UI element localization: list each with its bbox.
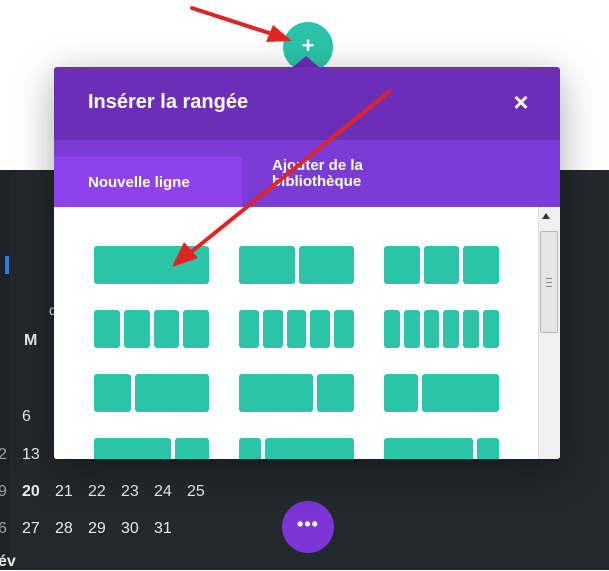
modal-title: Insérer la rangée	[88, 91, 249, 113]
layout-2-columns[interactable]	[239, 246, 354, 284]
calendar-day[interactable]: 28	[55, 520, 73, 538]
layout-1-column[interactable]	[94, 246, 209, 284]
calendar-day[interactable]: 30	[121, 520, 139, 538]
layout-four-fifths-one-fifth[interactable]	[384, 438, 499, 459]
calendar-day[interactable]: 2	[0, 446, 7, 464]
layout-3-columns[interactable]	[384, 246, 500, 284]
focus-indicator	[5, 256, 9, 274]
tab-add-from-library[interactable]: Ajouter de la bibliothèque	[272, 140, 472, 207]
layout-two-thirds-one-third[interactable]	[239, 374, 354, 412]
layout-5-columns[interactable]	[239, 310, 354, 348]
grip-icon	[546, 278, 552, 287]
modal-tabs: Nouvelle ligne Ajouter de la bibliothèqu…	[54, 140, 560, 207]
calendar-day-header: M	[24, 332, 38, 349]
layout-6-columns[interactable]	[384, 310, 499, 348]
calendar-day[interactable]: 6	[22, 408, 31, 426]
calendar-left-edge	[0, 170, 10, 570]
calendar-day[interactable]: 22	[88, 483, 106, 501]
layout-grid	[54, 207, 560, 459]
close-button[interactable]: ×	[508, 87, 534, 117]
layout-one-fifth-four-fifths[interactable]	[239, 438, 354, 459]
calendar-day[interactable]: 21	[55, 483, 73, 501]
layout-one-third-two-thirds[interactable]	[94, 374, 209, 412]
calendar-day[interactable]: 31	[154, 520, 172, 538]
calendar-day[interactable]: 13	[22, 446, 40, 464]
layout-three-quarters-one-quarter[interactable]	[94, 438, 209, 459]
insert-row-modal: Insérer la rangée × Nouvelle ligne Ajout…	[54, 67, 560, 459]
calendar-day[interactable]: 23	[121, 483, 139, 501]
calendar-day[interactable]: 24	[154, 483, 172, 501]
calendar-day[interactable]: 6	[0, 520, 7, 538]
calendar-day[interactable]: 29	[88, 520, 106, 538]
more-options-button[interactable]: •••	[282, 501, 334, 553]
calendar-day[interactable]: 25	[187, 483, 205, 501]
modal-header: Insérer la rangée ×	[54, 67, 560, 140]
tab-label: Nouvelle ligne	[88, 174, 190, 191]
tab-new-row[interactable]: Nouvelle ligne	[54, 157, 242, 207]
scroll-up-arrow-icon[interactable]	[542, 213, 550, 219]
tab-label: Ajouter de la bibliothèque	[272, 157, 363, 190]
layout-4-columns[interactable]	[94, 310, 209, 348]
calendar-day[interactable]: 27	[22, 520, 40, 538]
layout-one-quarter-three-quarters[interactable]	[384, 374, 499, 412]
scrollbar-thumb[interactable]	[540, 231, 558, 333]
calendar-month-label: év	[0, 553, 16, 570]
calendar-day[interactable]: 9	[0, 483, 7, 501]
arrow-to-add-button	[190, 6, 292, 42]
calendar-day-today[interactable]: 20	[22, 483, 40, 501]
